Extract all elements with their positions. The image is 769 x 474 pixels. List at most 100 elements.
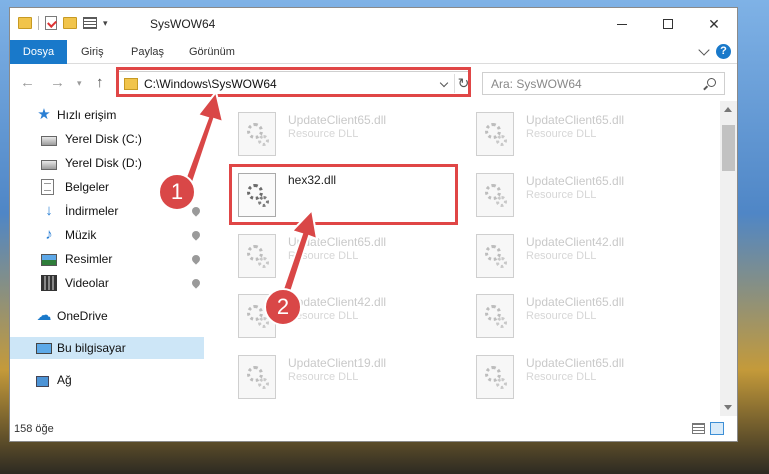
file-name: UpdateClient65.dll bbox=[526, 295, 625, 309]
gear-icon bbox=[496, 257, 507, 268]
window-controls: ✕ bbox=[599, 8, 737, 40]
file-item[interactable]: UpdateClient65.dll Resource DLL bbox=[448, 106, 648, 164]
sidebar-item-label: Yerel Disk (D:) bbox=[65, 156, 142, 170]
item-count: 158 öğe bbox=[14, 423, 54, 435]
expand-ribbon-icon[interactable] bbox=[698, 44, 710, 56]
search-box[interactable]: Ara: SysWOW64 bbox=[482, 72, 725, 95]
search-placeholder[interactable]: Ara: SysWOW64 bbox=[491, 77, 582, 91]
status-bar: 158 öğe bbox=[10, 416, 737, 441]
gear-icon bbox=[496, 378, 507, 389]
sidebar-item-label: Ağ bbox=[57, 373, 72, 387]
dll-file-icon bbox=[238, 355, 276, 399]
minimize-icon bbox=[617, 23, 627, 25]
properties-icon[interactable] bbox=[45, 16, 57, 30]
gear-icon bbox=[258, 378, 269, 389]
vertical-scrollbar[interactable] bbox=[720, 101, 737, 416]
sidebar-item-label: Bu bilgisayar bbox=[57, 341, 126, 355]
up-icon[interactable]: ↑ bbox=[96, 74, 104, 91]
sidebar-item-onedrive[interactable]: ☁ OneDrive bbox=[10, 305, 204, 327]
ribbon-tabs: Dosya Giriş Paylaş Görünüm ? bbox=[10, 40, 737, 64]
video-icon bbox=[41, 275, 57, 291]
gear-icon bbox=[496, 317, 507, 328]
sidebar-item-label: OneDrive bbox=[57, 309, 108, 323]
callout-badge-2: 2 bbox=[264, 288, 302, 326]
file-name: UpdateClient65.dll bbox=[526, 174, 625, 188]
tab-view[interactable]: Görünüm bbox=[189, 40, 235, 64]
file-item[interactable]: UpdateClient42.dll Resource DLL bbox=[448, 228, 648, 286]
scroll-up-icon[interactable] bbox=[724, 107, 732, 112]
star-icon: ★ bbox=[37, 106, 51, 123]
file-type: Resource DLL bbox=[526, 310, 597, 322]
pin-icon[interactable] bbox=[190, 205, 202, 217]
window-title: SysWOW64 bbox=[150, 17, 216, 31]
tab-share[interactable]: Paylaş bbox=[131, 40, 164, 64]
maximize-button[interactable] bbox=[645, 8, 691, 40]
scroll-down-icon[interactable] bbox=[724, 405, 732, 410]
sidebar-item-label: Belgeler bbox=[65, 180, 110, 194]
file-type: Resource DLL bbox=[526, 371, 597, 383]
computer-icon bbox=[36, 343, 52, 354]
minimize-button[interactable] bbox=[599, 8, 645, 40]
sidebar-item-this-pc[interactable]: Bu bilgisayar bbox=[10, 337, 204, 359]
dll-file-icon bbox=[476, 355, 514, 399]
gear-icon bbox=[496, 196, 507, 207]
file-type: Resource DLL bbox=[288, 128, 359, 140]
file-name: UpdateClient42.dll bbox=[526, 235, 625, 249]
pin-icon[interactable] bbox=[190, 277, 202, 289]
sidebar-item-pictures[interactable]: Resimler bbox=[10, 248, 204, 270]
file-item[interactable]: UpdateClient65.dll Resource DLL bbox=[210, 106, 410, 164]
dll-file-icon bbox=[476, 234, 514, 278]
file-item[interactable]: UpdateClient65.dll Resource DLL bbox=[448, 288, 648, 346]
gear-icon bbox=[258, 135, 269, 146]
drive-icon bbox=[41, 135, 57, 146]
folder-icon bbox=[18, 17, 32, 29]
close-button[interactable]: ✕ bbox=[691, 8, 737, 40]
file-highlight bbox=[229, 164, 458, 225]
sidebar-item-network[interactable]: Ağ bbox=[10, 369, 204, 391]
maximize-icon bbox=[663, 19, 673, 29]
sidebar-item-videos[interactable]: Videolar bbox=[10, 272, 204, 294]
dll-file-icon bbox=[476, 294, 514, 338]
file-name: UpdateClient65.dll bbox=[526, 356, 625, 370]
file-name: UpdateClient65.dll bbox=[288, 113, 387, 127]
download-icon: ↓ bbox=[45, 202, 53, 219]
scroll-thumb[interactable] bbox=[722, 125, 735, 171]
sidebar-item-label: İndirmeler bbox=[65, 204, 119, 218]
title-bar: ▾ SysWOW64 ✕ bbox=[10, 8, 737, 40]
file-type: Resource DLL bbox=[288, 371, 359, 383]
file-name: UpdateClient65.dll bbox=[526, 113, 625, 127]
new-folder-icon[interactable] bbox=[63, 17, 77, 29]
tab-file[interactable]: Dosya bbox=[10, 40, 67, 64]
gear-icon bbox=[258, 257, 269, 268]
cloud-icon: ☁ bbox=[36, 307, 52, 324]
sidebar-item-label: Müzik bbox=[65, 228, 97, 242]
recent-locations-icon[interactable]: ▾ bbox=[77, 78, 82, 89]
quick-access-toolbar: ▾ bbox=[18, 16, 108, 30]
back-icon[interactable]: ← bbox=[20, 74, 35, 91]
details-view-icon[interactable] bbox=[692, 423, 705, 434]
dll-file-icon bbox=[238, 112, 276, 156]
ribbon-controls: ? bbox=[698, 44, 731, 59]
documents-icon bbox=[41, 179, 54, 195]
file-item[interactable]: UpdateClient65.dll Resource DLL bbox=[448, 167, 648, 225]
forward-icon[interactable]: → bbox=[50, 74, 65, 91]
view-icon[interactable] bbox=[83, 17, 97, 29]
callout-badge-1: 1 bbox=[158, 173, 196, 211]
sidebar-item-label: Hızlı erişim bbox=[57, 108, 117, 122]
search-icon[interactable] bbox=[707, 78, 716, 87]
chevron-down-icon[interactable]: ▾ bbox=[103, 18, 108, 29]
file-type: Resource DLL bbox=[526, 250, 597, 262]
drive-icon bbox=[41, 159, 57, 170]
pin-icon[interactable] bbox=[190, 253, 202, 265]
large-icons-view-icon[interactable] bbox=[710, 422, 724, 435]
network-icon bbox=[36, 375, 49, 387]
file-item[interactable]: UpdateClient19.dll Resource DLL bbox=[210, 349, 410, 407]
file-item[interactable]: UpdateClient65.dll Resource DLL bbox=[448, 349, 648, 407]
file-type: Resource DLL bbox=[526, 128, 597, 140]
sidebar-item-music[interactable]: ♪ Müzik bbox=[10, 224, 204, 246]
pictures-icon bbox=[41, 254, 57, 266]
pin-icon[interactable] bbox=[190, 229, 202, 241]
help-icon[interactable]: ? bbox=[716, 44, 731, 59]
dll-file-icon bbox=[476, 112, 514, 156]
tab-home[interactable]: Giriş bbox=[81, 40, 104, 64]
